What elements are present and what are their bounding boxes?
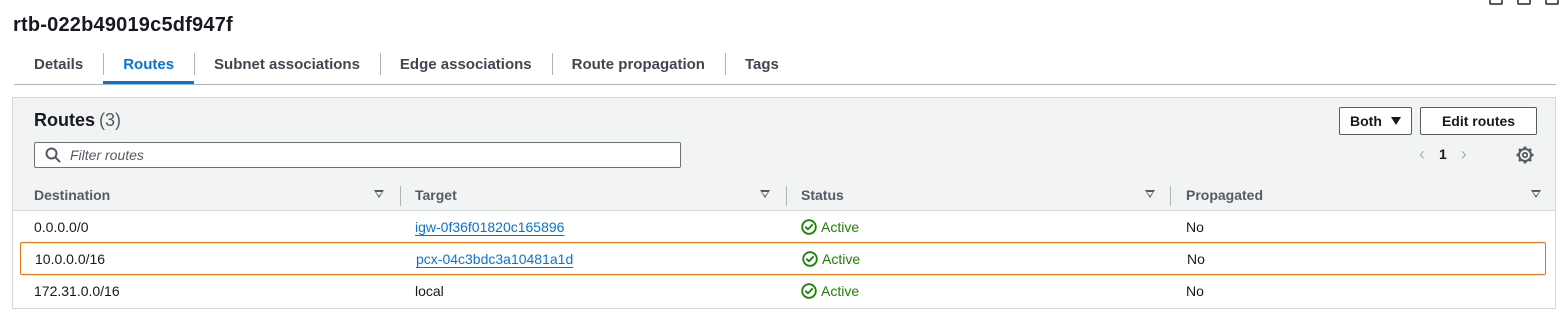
filter-routes-input[interactable] — [70, 147, 680, 163]
status-badge: Active — [801, 275, 859, 307]
panel-icon[interactable] — [1545, 0, 1559, 5]
propagated-cell: No — [1186, 219, 1204, 235]
tab-bar: Details Routes Subnet associations Edge … — [14, 46, 1556, 85]
table-row[interactable]: 0.0.0.0/0 igw-0f36f01820c165896 Active N… — [13, 211, 1555, 243]
status-text: Active — [822, 251, 861, 267]
column-header-propagated[interactable]: Propagated — [1186, 180, 1263, 210]
routes-count: (3) — [99, 110, 122, 130]
tab-subnet-associations[interactable]: Subnet associations — [194, 46, 380, 82]
sort-caret-down-icon[interactable] — [760, 190, 770, 198]
column-header-target[interactable]: Target — [415, 180, 457, 210]
target-cell: local — [415, 283, 444, 299]
tab-tags[interactable]: Tags — [724, 46, 799, 82]
routes-panel-header: Routes(3) Both Edit routes ‹ 1 › — [13, 98, 1555, 181]
status-badge: Active — [801, 211, 859, 243]
tab-details[interactable]: Details — [14, 46, 103, 82]
status-text: Active — [821, 219, 860, 235]
column-resizer[interactable] — [786, 186, 787, 206]
edit-routes-button[interactable]: Edit routes — [1420, 107, 1537, 135]
sort-caret-down-icon[interactable] — [1531, 190, 1541, 198]
status-badge: Active — [802, 243, 860, 275]
page-title: rtb-022b49019c5df947f — [13, 14, 233, 36]
tab-edge-associations[interactable]: Edge associations — [379, 46, 552, 82]
top-toolbar-icons — [1489, 0, 1559, 5]
tab-routes[interactable]: Routes — [103, 46, 194, 84]
sort-caret-down-icon[interactable] — [1145, 190, 1155, 198]
filter-routes-field[interactable] — [34, 142, 681, 168]
chevron-right-icon[interactable]: › — [1461, 145, 1467, 163]
destination-cell: 172.31.0.0/16 — [34, 283, 120, 299]
status-text: Active — [821, 283, 860, 299]
chevron-left-icon[interactable]: ‹ — [1419, 145, 1425, 163]
check-circle-icon — [801, 283, 817, 299]
sort-caret-down-icon[interactable] — [374, 190, 384, 198]
target-link[interactable]: igw-0f36f01820c165896 — [415, 219, 564, 235]
search-icon — [42, 144, 64, 166]
destination-cell: 10.0.0.0/16 — [35, 251, 106, 267]
table-row-selected[interactable]: 10.0.0.0/16 pcx-04c3bdc3a10481a1d Active… — [20, 242, 1546, 275]
column-resizer[interactable] — [1170, 186, 1171, 206]
destination-cell: 0.0.0.0/0 — [34, 219, 89, 235]
page-number[interactable]: 1 — [1439, 146, 1447, 162]
propagated-cell: No — [1186, 283, 1204, 299]
column-resizer[interactable] — [400, 186, 401, 206]
routes-title-label: Routes — [34, 110, 96, 130]
routes-table-header: Destination Target Status Propagated — [13, 180, 1555, 211]
check-circle-icon — [802, 251, 818, 267]
caret-down-icon — [1391, 117, 1401, 125]
panel-icon[interactable] — [1489, 0, 1503, 5]
route-view-select[interactable]: Both — [1339, 107, 1412, 135]
pagination: ‹ 1 › — [1419, 145, 1467, 163]
target-link[interactable]: pcx-04c3bdc3a10481a1d — [416, 251, 573, 267]
gear-icon[interactable] — [1515, 145, 1535, 165]
column-header-status[interactable]: Status — [801, 180, 844, 210]
table-row[interactable]: 172.31.0.0/16 local Active No — [13, 275, 1555, 307]
route-view-select-value: Both — [1350, 113, 1382, 129]
panel-icon[interactable] — [1517, 0, 1531, 5]
column-header-destination[interactable]: Destination — [34, 180, 110, 210]
routes-panel: Routes(3) Both Edit routes ‹ 1 › — [12, 97, 1556, 309]
tab-route-propagation[interactable]: Route propagation — [551, 46, 725, 82]
routes-title: Routes (3) — [34, 110, 121, 131]
check-circle-icon — [801, 219, 817, 235]
propagated-cell: No — [1187, 251, 1205, 267]
